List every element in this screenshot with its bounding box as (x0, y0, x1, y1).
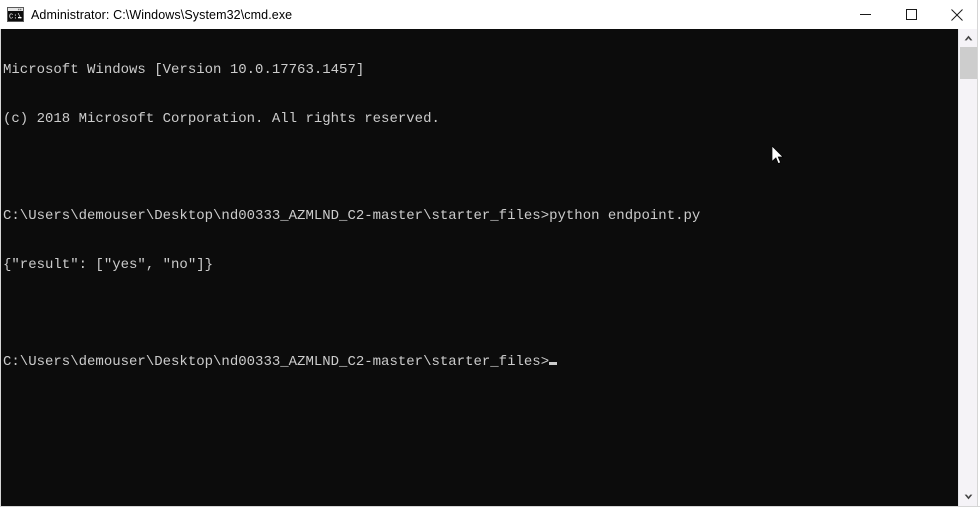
console-line: Microsoft Windows [Version 10.0.17763.14… (3, 62, 365, 79)
scroll-up-arrow-icon[interactable] (959, 29, 977, 47)
console-line: (c) 2018 Microsoft Corporation. All righ… (3, 111, 440, 127)
console-text-block: Microsoft Windows [Version 10.0.17763.14… (3, 30, 700, 403)
cmd-console-icon: C:\ (7, 7, 24, 22)
window-controls (842, 0, 980, 29)
scrollbar-thumb[interactable] (960, 47, 977, 79)
mouse-pointer-icon (771, 145, 786, 167)
window-title: Administrator: C:\Windows\System32\cmd.e… (31, 7, 293, 22)
console-line-command: C:\Users\demouser\Desktop\nd00333_AZMLND… (3, 208, 701, 225)
cmd-window: C:\ Administrator: C:\Windows\System32\c… (0, 0, 980, 513)
window-border-bottom (0, 506, 980, 513)
console-line-prompt: C:\Users\demouser\Desktop\nd00333_AZMLND… (3, 354, 700, 370)
window-border-left (0, 29, 1, 506)
minimize-button[interactable] (842, 0, 888, 29)
console-scrollbar[interactable] (958, 29, 977, 506)
text-cursor (549, 361, 558, 365)
scroll-down-arrow-icon[interactable] (959, 488, 977, 506)
title-bar[interactable]: C:\ Administrator: C:\Windows\System32\c… (0, 0, 980, 29)
prompt-path-text: C:\Users\demouser\Desktop\nd00333_AZMLND… (3, 353, 550, 370)
console-output-area[interactable]: Microsoft Windows [Version 10.0.17763.14… (0, 29, 958, 506)
maximize-button[interactable] (888, 0, 934, 29)
close-button[interactable] (934, 0, 980, 29)
console-line-output: {"result": ["yes", "no"]} (3, 256, 214, 273)
